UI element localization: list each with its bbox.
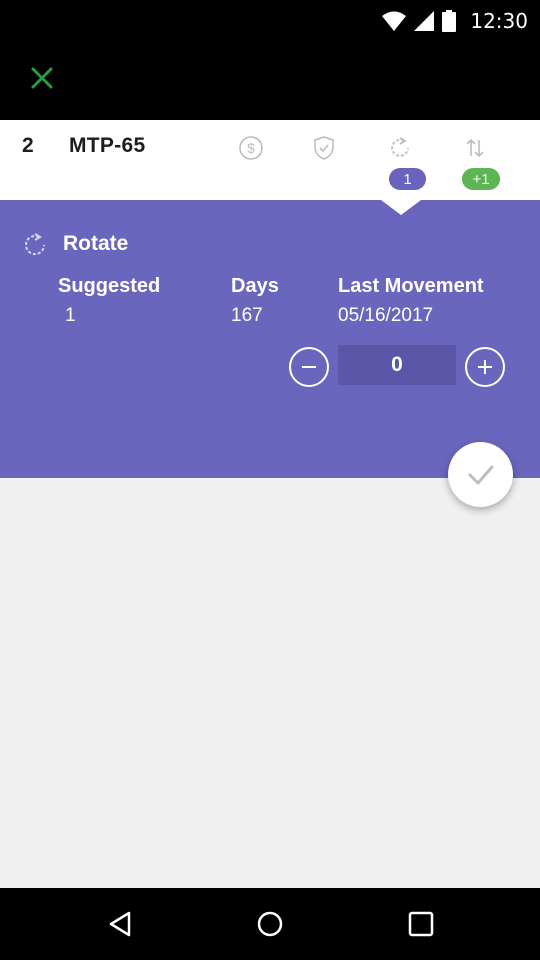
rotate-tab[interactable] xyxy=(386,134,414,162)
shield-tab[interactable] xyxy=(310,134,338,162)
dollar-icon: $ xyxy=(239,136,263,160)
transfer-tab[interactable] xyxy=(461,134,489,162)
close-button[interactable] xyxy=(24,60,60,96)
days-label: Days xyxy=(231,275,279,297)
status-bar: 12:30 xyxy=(0,0,540,42)
rotate-panel: Rotate Suggested 1 Days 167 Last Movemen… xyxy=(0,200,540,478)
home-icon xyxy=(257,911,283,937)
days-value: 167 xyxy=(231,305,263,326)
item-index: 2 xyxy=(22,134,34,157)
recents-button[interactable] xyxy=(403,906,439,942)
item-row: 2 MTP-65 $ 1 +1 xyxy=(0,120,540,200)
home-button[interactable] xyxy=(252,906,288,942)
battery-icon xyxy=(442,10,457,32)
recents-icon xyxy=(408,911,434,937)
signal-icon xyxy=(414,11,435,31)
app-bar xyxy=(0,42,540,120)
svg-text:$: $ xyxy=(247,140,255,156)
back-icon xyxy=(109,911,131,937)
decrement-button[interactable] xyxy=(289,347,329,387)
transfer-arrows-icon xyxy=(466,138,484,158)
status-time: 12:30 xyxy=(470,9,528,33)
status-icons: 12:30 xyxy=(382,6,528,36)
last-movement-value: 05/16/2017 xyxy=(338,305,434,326)
rotate-icon xyxy=(25,233,46,256)
panel-pointer xyxy=(381,200,421,215)
confirm-button[interactable] xyxy=(448,442,513,507)
shield-check-icon xyxy=(314,136,334,160)
dollar-tab[interactable]: $ xyxy=(237,134,265,162)
quantity-field[interactable]: 0 xyxy=(338,345,456,385)
minus-icon xyxy=(302,366,316,368)
navigation-bar xyxy=(0,888,540,960)
plus-icon xyxy=(478,360,492,374)
content-area xyxy=(0,478,540,888)
transfer-count-badge: +1 xyxy=(462,168,500,190)
suggested-value: 1 xyxy=(65,305,76,326)
last-movement-label: Last Movement xyxy=(338,275,484,297)
back-button[interactable] xyxy=(102,906,138,942)
panel-title: Rotate xyxy=(63,232,129,255)
suggested-label: Suggested xyxy=(58,275,161,297)
check-icon xyxy=(468,465,493,484)
increment-button[interactable] xyxy=(465,347,505,387)
wifi-icon xyxy=(382,11,407,31)
close-icon xyxy=(31,67,53,89)
item-code: MTP-65 xyxy=(69,134,146,157)
rotate-count-badge: 1 xyxy=(389,168,426,190)
rotate-icon xyxy=(391,137,409,157)
